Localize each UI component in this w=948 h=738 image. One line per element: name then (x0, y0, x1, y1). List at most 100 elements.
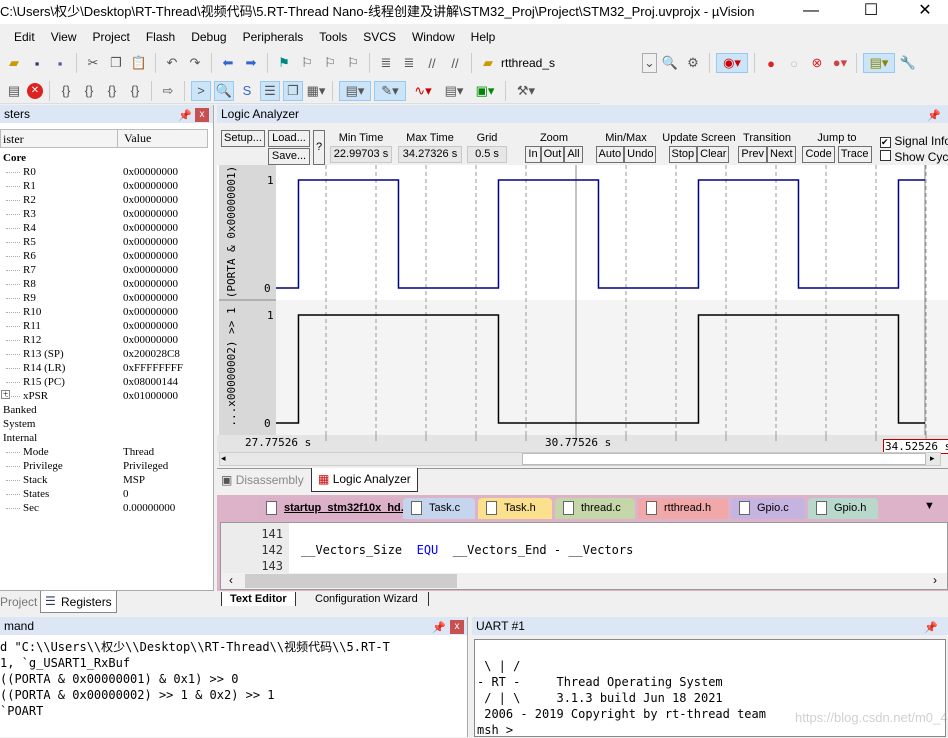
register-row[interactable]: System (0, 417, 208, 431)
register-row[interactable]: R13 (SP) 0x200028C8 (0, 347, 208, 361)
signal-label[interactable]: (PORTA & 0x00000001) (225, 166, 238, 298)
zoom-all-button[interactable]: All (564, 146, 583, 163)
paste-icon[interactable]: 📋 (129, 53, 149, 73)
configure-icon[interactable]: 🔧 (898, 53, 918, 73)
help-button[interactable]: ? (313, 130, 325, 165)
debug-session-icon[interactable]: ◉▾ (716, 53, 748, 73)
register-row[interactable]: Core (0, 151, 208, 165)
register-row[interactable]: R5 0x00000000 (0, 235, 208, 249)
show-cycles-checkbox[interactable]: Show Cycles (880, 150, 948, 164)
code-editor[interactable]: 141 142 __Vectors_Size EQU __Vectors_End -… (220, 522, 948, 590)
unindent-icon[interactable]: ≣ (399, 53, 419, 73)
menu-window[interactable]: Window (404, 26, 463, 48)
column-register[interactable]: ister (3, 132, 24, 147)
pin-icon[interactable]: 📌 (924, 619, 938, 637)
open-icon[interactable]: ▰ (4, 53, 24, 73)
pin-icon[interactable]: 📌 (432, 619, 446, 637)
register-row[interactable]: Banked (0, 403, 208, 417)
bookmark-icon[interactable]: ⚑ (274, 53, 294, 73)
logic-analyzer-plot[interactable]: (PORTA & 0x00000001) 1 0 ...x00000002) >> 1… (217, 165, 948, 453)
menu-help[interactable]: Help (463, 26, 504, 48)
pin-icon[interactable]: 📌 (178, 107, 192, 125)
analysis-window-icon[interactable]: ∿▾ (409, 81, 437, 101)
indent-icon[interactable]: ≣ (376, 53, 396, 73)
load-button[interactable]: Load... (268, 130, 310, 147)
tab-list-dropdown-icon[interactable]: ▼ (924, 500, 935, 512)
disable-all-breakpoints-icon[interactable]: ⊗ (807, 53, 827, 73)
tab-text-editor[interactable]: Text Editor (221, 592, 296, 606)
save-icon[interactable]: ▪ (27, 53, 47, 73)
register-row[interactable]: R7 0x00000000 (0, 263, 208, 277)
pin-icon[interactable]: 📌 (927, 107, 941, 125)
close-button[interactable]: ✕ (902, 0, 948, 24)
uart-terminal[interactable]: \ | / - RT - Thread Operating System / | … (474, 639, 948, 737)
close-icon[interactable]: x (450, 620, 464, 634)
scroll-right-icon[interactable]: ▸ (930, 453, 935, 464)
tab-logic-analyzer[interactable]: ▦ Logic Analyzer (311, 468, 418, 492)
serial-window-icon[interactable]: ✎▾ (374, 80, 406, 101)
register-row[interactable]: Internal (0, 431, 208, 445)
horizontal-scrollbar[interactable]: ◂ ▸ (219, 452, 941, 466)
memory-window-icon[interactable]: ▤▾ (339, 80, 371, 101)
disassembly-window-icon[interactable]: 🔍 (214, 80, 234, 101)
register-row[interactable]: R11 0x00000000 (0, 319, 208, 333)
next-button[interactable]: Next (767, 146, 796, 163)
copy-icon[interactable]: ❐ (106, 53, 126, 73)
forward-icon[interactable]: ➡ (241, 53, 261, 73)
save-all-icon[interactable]: ▪ (50, 53, 70, 73)
register-row[interactable]: R4 0x00000000 (0, 221, 208, 235)
step-out-icon[interactable]: {} (102, 81, 122, 101)
toolbox-icon[interactable]: ⚒▾ (512, 81, 540, 101)
zoom-out-button[interactable]: Out (540, 146, 565, 163)
menu-debug[interactable]: Debug (183, 26, 234, 48)
editor-horizontal-scrollbar[interactable]: ‹ › (221, 573, 947, 589)
file-tab[interactable]: thread.c (555, 498, 635, 519)
scroll-left-icon[interactable]: ‹ (229, 573, 233, 587)
system-viewer-icon[interactable]: ▣▾ (471, 81, 499, 101)
uncomment-icon[interactable]: // (445, 53, 465, 73)
registers-window-icon[interactable]: ☰ (260, 80, 280, 101)
reset-icon[interactable]: ▤ (4, 81, 24, 101)
signal-label[interactable]: ...x00000002) >> 1 (225, 307, 238, 426)
signal-info-checkbox[interactable]: ✔ Signal Info (880, 134, 948, 148)
prev-bookmark-icon[interactable]: ⚐ (297, 53, 317, 73)
menu-flash[interactable]: Flash (138, 26, 183, 48)
close-icon[interactable]: x (195, 108, 209, 122)
run-to-cursor-icon[interactable]: {} (125, 81, 145, 101)
menu-svcs[interactable]: SVCS (355, 26, 404, 48)
register-row[interactable]: R12 0x00000000 (0, 333, 208, 347)
tab-project[interactable]: Project (0, 595, 37, 609)
clear-bookmarks-icon[interactable]: ⚐ (343, 53, 363, 73)
clear-button[interactable]: Clear (697, 146, 730, 163)
register-row[interactable]: R8 0x00000000 (0, 277, 208, 291)
file-tab[interactable]: Gpio.c (731, 498, 805, 519)
prev-button[interactable]: Prev (738, 146, 767, 163)
kill-breakpoints-icon[interactable]: ●▾ (830, 53, 850, 73)
setup-button[interactable]: Setup... (221, 130, 265, 147)
minimize-button[interactable]: — (788, 0, 834, 24)
next-bookmark-icon[interactable]: ⚐ (320, 53, 340, 73)
register-row[interactable]: R0 0x00000000 (0, 165, 208, 179)
column-value[interactable]: Value (117, 129, 151, 148)
tab-disassembly[interactable]: ▣ Disassembly (221, 473, 304, 487)
step-over-icon[interactable]: {} (79, 81, 99, 101)
register-row[interactable]: R9 0x00000000 (0, 291, 208, 305)
register-row[interactable]: Stack MSP (0, 473, 208, 487)
command-window-icon[interactable]: > (191, 80, 211, 101)
save-button[interactable]: Save... (268, 148, 310, 165)
menu-view[interactable]: View (43, 26, 85, 48)
file-tab[interactable]: Task.h (478, 498, 552, 519)
watch-window-icon[interactable]: ▦▾ (306, 81, 326, 101)
find-icon[interactable]: 🔍 (660, 53, 680, 73)
show-next-statement-icon[interactable]: ⇨ (158, 81, 178, 101)
back-icon[interactable]: ⬅ (218, 53, 238, 73)
tab-configuration-wizard[interactable]: Configuration Wizard (305, 592, 429, 606)
window-layout-icon[interactable]: ▤▾ (863, 53, 895, 73)
scrollbar-thumb[interactable] (245, 574, 457, 588)
menu-project[interactable]: Project (84, 26, 137, 48)
register-row[interactable]: R3 0x00000000 (0, 207, 208, 221)
menu-tools[interactable]: Tools (311, 26, 355, 48)
breakpoint-icon[interactable]: ● (761, 53, 781, 73)
register-row[interactable]: R10 0x00000000 (0, 305, 208, 319)
redo-icon[interactable]: ↷ (185, 53, 205, 73)
